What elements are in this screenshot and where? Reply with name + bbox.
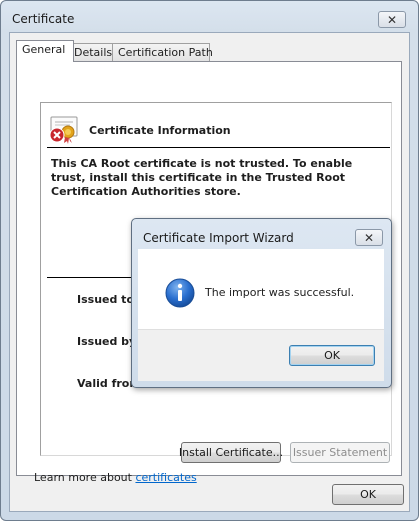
- tab-label: General: [22, 43, 66, 56]
- info-icon: [165, 278, 195, 308]
- certificate-heading: Certificate Information: [89, 124, 231, 137]
- tab-certification-path[interactable]: Certification Path: [112, 43, 213, 61]
- wizard-footer: OK: [138, 329, 384, 381]
- close-button[interactable]: ✕: [378, 11, 406, 28]
- certificate-error-icon: [49, 116, 78, 144]
- wizard-title: Certificate Import Wizard: [143, 231, 294, 245]
- learn-more-text: Learn more about certificates: [34, 471, 197, 484]
- import-wizard-dialog: Certificate Import Wizard ✕ The import w…: [131, 218, 392, 388]
- close-icon: ✕: [363, 230, 375, 245]
- wizard-message: The import was successful.: [205, 286, 355, 299]
- divider: [47, 147, 390, 148]
- issuer-statement-button[interactable]: Issuer Statement: [290, 442, 390, 463]
- tab-details[interactable]: Details: [68, 43, 114, 61]
- trust-warning-text: This CA Root certificate is not trusted.…: [51, 157, 353, 198]
- wizard-ok-button[interactable]: OK: [289, 345, 375, 366]
- tab-label: Details: [74, 46, 113, 59]
- ok-button[interactable]: OK: [332, 484, 404, 505]
- learn-more-prefix: Learn more about: [34, 471, 136, 484]
- tab-general[interactable]: General: [16, 40, 74, 62]
- title-bar[interactable]: Certificate ✕: [1, 1, 418, 33]
- install-certificate-button[interactable]: Install Certificate...: [179, 442, 283, 463]
- tab-label: Certification Path: [118, 46, 213, 59]
- wizard-message-area: The import was successful.: [138, 249, 384, 329]
- window-title: Certificate: [12, 12, 75, 26]
- close-icon: ✕: [386, 12, 398, 27]
- issued-to-label: Issued to:: [77, 293, 139, 306]
- certificates-link[interactable]: certificates: [135, 471, 196, 484]
- wizard-close-button[interactable]: ✕: [355, 229, 383, 246]
